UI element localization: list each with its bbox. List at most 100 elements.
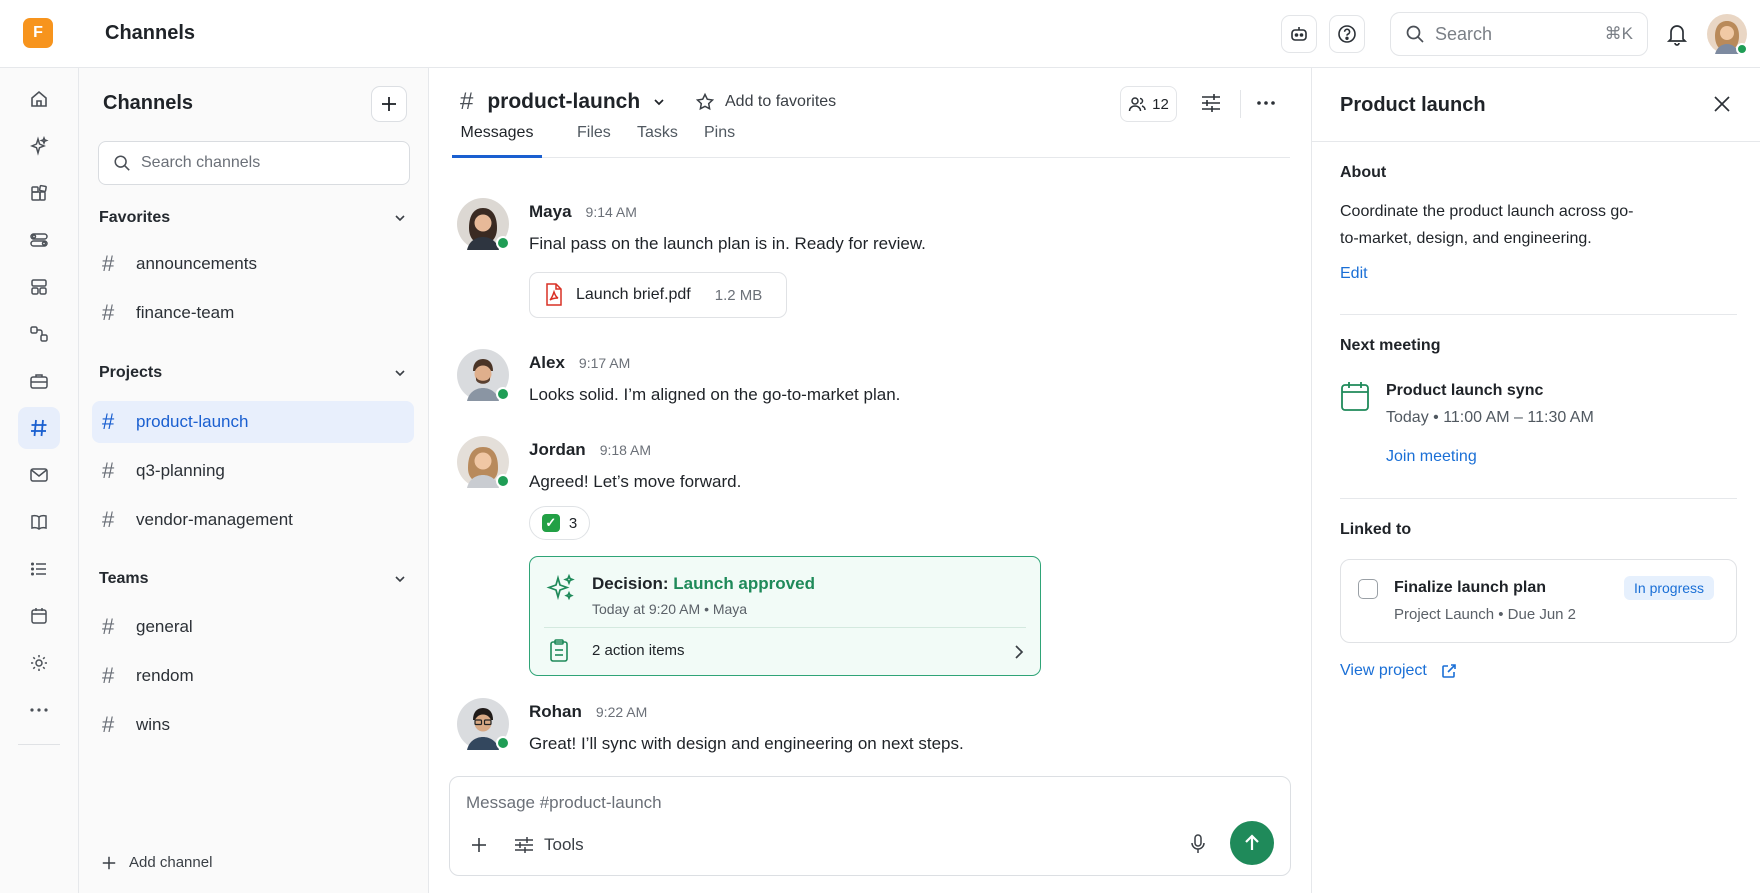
rail-lists[interactable]	[18, 548, 60, 590]
channel-item-announcements[interactable]: # announcements	[92, 243, 414, 285]
app-logo[interactable]: F	[23, 18, 53, 48]
message-item: Rohan 9:22 AM Great! I’ll sync with desi…	[457, 698, 1277, 762]
channel-label: finance-team	[136, 303, 235, 322]
hash-icon: #	[102, 409, 115, 434]
rail-more[interactable]	[18, 689, 60, 731]
channel-item-rendom[interactable]: # rendom	[92, 655, 414, 697]
send-button[interactable]	[1230, 821, 1274, 865]
file-attachment[interactable]: Launch brief.pdf 1.2 MB	[529, 272, 787, 318]
rail-channels[interactable]	[18, 407, 60, 449]
online-indicator	[496, 236, 510, 250]
section-divider	[1340, 314, 1737, 315]
action-items-link[interactable]: 2 action items	[592, 642, 685, 659]
channel-item-finance-team[interactable]: # finance-team	[92, 292, 414, 334]
section-favorites[interactable]: Favorites	[99, 206, 407, 230]
search-icon	[113, 154, 131, 172]
channel-item-general[interactable]: # general	[92, 606, 414, 648]
hash-icon: #	[102, 458, 115, 483]
tab-tasks[interactable]: Tasks	[629, 124, 686, 158]
channel-label: rendom	[136, 666, 194, 685]
rail-calendar[interactable]	[18, 595, 60, 637]
close-icon[interactable]	[1713, 95, 1731, 113]
tab-messages[interactable]: Messages	[452, 124, 542, 158]
sliders-icon[interactable]	[1200, 92, 1222, 114]
help-button[interactable]	[1329, 15, 1365, 53]
channel-search-input[interactable]: Search channels	[98, 141, 410, 185]
reaction-count: 3	[568, 514, 578, 532]
tab-pins[interactable]: Pins	[696, 124, 743, 158]
task-checkbox[interactable]	[1358, 579, 1378, 599]
bell-icon[interactable]	[1666, 22, 1688, 46]
top-bar: F Channels Search ⌘K	[0, 0, 1760, 68]
rail-docs[interactable]	[18, 501, 60, 543]
channel-item-vendor-management[interactable]: # vendor-management	[92, 499, 414, 541]
hash-icon: #	[102, 663, 115, 688]
linked-to-label: Linked to	[1340, 521, 1412, 538]
hash-icon: #	[102, 712, 115, 737]
linked-task-card[interactable]: Finalize launch plan In progress Project…	[1340, 559, 1737, 643]
rail-toggles[interactable]	[18, 219, 60, 261]
new-channel-button[interactable]	[371, 86, 407, 122]
reaction-chip[interactable]: ✓ 3	[529, 506, 590, 540]
section-teams[interactable]: Teams	[99, 567, 407, 591]
page-title: Channels	[105, 22, 196, 44]
chevron-right-icon	[1014, 644, 1024, 660]
message-author[interactable]: Jordan	[529, 440, 586, 460]
rail-layout[interactable]	[18, 266, 60, 308]
file-name: Launch brief.pdf	[576, 286, 691, 303]
microphone-icon[interactable]	[1188, 833, 1208, 855]
channel-item-q3-planning[interactable]: # q3-planning	[92, 450, 414, 492]
rail-apps[interactable]	[18, 172, 60, 214]
member-count: 12	[1152, 95, 1169, 113]
message-author[interactable]: Alex	[529, 353, 565, 373]
sidebar-title: Channels	[103, 92, 194, 114]
channel-item-product-launch[interactable]: # product-launch	[92, 401, 414, 443]
tab-files[interactable]: Files	[569, 124, 619, 158]
rail-ai[interactable]	[18, 125, 60, 167]
bot-button[interactable]	[1281, 15, 1317, 53]
add-to-favorites-button[interactable]: Add to favorites	[695, 92, 836, 112]
task-meta: Project Launch • Due Jun 2	[1394, 606, 1577, 623]
channel-tabs: Messages Files Tasks Pins	[452, 124, 1290, 158]
user-avatar[interactable]	[1707, 14, 1748, 55]
app-rail	[0, 68, 79, 893]
mail-icon	[29, 465, 49, 485]
decision-card[interactable]: Decision: Launch approved Today at 9:20 …	[529, 556, 1041, 676]
hash-icon: #	[102, 507, 115, 532]
rail-settings[interactable]	[18, 642, 60, 684]
message-time: 9:17 AM	[578, 355, 631, 371]
join-meeting-link[interactable]: Join meeting	[1386, 448, 1477, 466]
book-icon	[29, 512, 49, 532]
edit-link[interactable]: Edit	[1340, 265, 1368, 283]
message-text: Great! I’ll sync with design and enginee…	[529, 734, 964, 753]
message-time: 9:18 AM	[599, 442, 652, 458]
view-project-link[interactable]: View project	[1340, 662, 1471, 680]
hash-icon: #	[460, 88, 474, 115]
message-author[interactable]: Rohan	[529, 702, 582, 722]
channel-item-wins[interactable]: # wins	[92, 704, 414, 746]
section-projects[interactable]: Projects	[99, 361, 407, 385]
rail-briefcase[interactable]	[18, 360, 60, 402]
online-indicator	[496, 387, 510, 401]
toggles-icon	[29, 230, 49, 250]
message-author[interactable]: Maya	[529, 202, 572, 222]
channel-name-dropdown[interactable]: # product-launch	[460, 88, 666, 116]
members-button[interactable]: 12	[1120, 86, 1177, 122]
rail-home[interactable]	[18, 78, 60, 120]
chevron-down-icon	[393, 211, 407, 225]
global-search-input[interactable]: Search ⌘K	[1390, 12, 1648, 56]
rail-mail[interactable]	[18, 454, 60, 496]
more-icon[interactable]	[1256, 100, 1276, 106]
rail-workflow[interactable]	[18, 313, 60, 355]
tools-button[interactable]: Tools	[514, 835, 584, 855]
channel-label: general	[136, 617, 193, 636]
header-divider	[1240, 90, 1241, 118]
online-indicator	[496, 736, 510, 750]
plus-icon[interactable]	[470, 836, 488, 854]
rail-divider	[18, 744, 60, 745]
message-text: Final pass on the launch plan is in. Rea…	[529, 234, 926, 253]
view-project-label: View project	[1340, 662, 1427, 679]
add-channel-button[interactable]: Add channel	[101, 854, 212, 871]
message-composer[interactable]: Message #product-launch Tools	[449, 776, 1291, 876]
hash-icon: #	[102, 300, 115, 325]
